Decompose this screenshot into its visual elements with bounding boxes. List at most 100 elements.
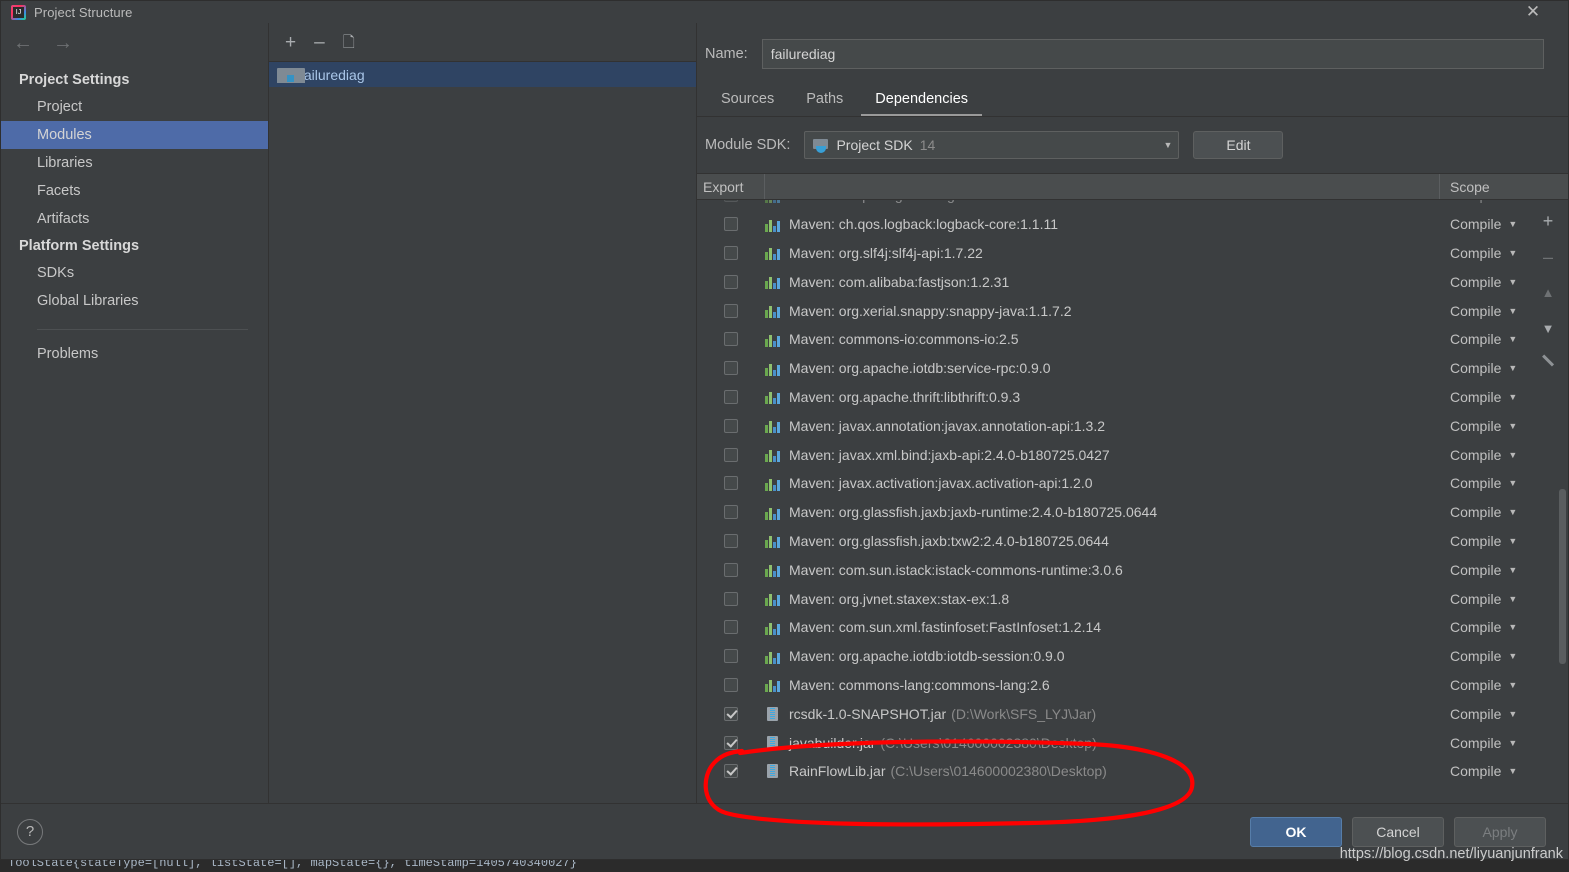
dependency-row[interactable]: Maven: javax.activation:javax.activation… [697,469,1568,498]
chevron-down-icon: ▼ [1508,420,1518,431]
export-checkbox[interactable] [724,706,738,721]
sidebar-item-facets[interactable]: Facets [1,177,268,205]
export-checkbox[interactable] [724,303,738,318]
dependency-row[interactable]: Maven: org.glassfish.jaxb:jaxb-runtime:2… [697,498,1568,527]
export-checkbox-cell [697,562,765,577]
dependency-row[interactable]: Maven: org.glassfish.jaxb:txw2:2.4.0-b18… [697,527,1568,556]
tab-paths[interactable]: Paths [792,85,857,116]
scope-value: Compile [1450,504,1502,521]
export-checkbox[interactable] [724,389,738,404]
close-icon[interactable]: ✕ [1516,1,1550,23]
export-checkbox[interactable] [724,562,738,577]
export-checkbox[interactable] [724,274,738,289]
arrow-left-icon[interactable]: ← [13,33,33,53]
maven-icon [765,389,780,405]
export-checkbox[interactable] [724,533,738,548]
edit-pencil-icon[interactable] [1541,356,1556,371]
sidebar-item-sdks[interactable]: SDKs [1,259,268,287]
scope-value: Compile [1450,619,1502,636]
apply-button[interactable]: Apply [1454,816,1546,847]
sidebar-item-libraries[interactable]: Libraries [1,149,268,177]
ok-button[interactable]: OK [1250,816,1342,847]
dependency-row[interactable]: Maven: javax.annotation:javax.annotation… [697,411,1568,440]
minus-icon[interactable]: – [314,33,325,52]
export-checkbox[interactable] [724,505,738,520]
scope-value: Compile [1450,734,1502,751]
sidebar-item-global-libraries[interactable]: Global Libraries [1,287,268,315]
export-checkbox-cell [697,361,765,376]
chevron-down-icon: ▼ [1508,679,1518,690]
add-dependency-icon[interactable]: + [1543,212,1554,230]
dependency-row[interactable]: Maven: commons-io:commons-io:2.5 Compile ▼ [697,325,1568,354]
dependency-row[interactable]: Maven: commons-lang:commons-lang:2.6 Comp… [697,671,1568,700]
dependency-row[interactable]: Maven: com.sun.xml.fastinfoset:FastInfos… [697,613,1568,642]
dependency-row[interactable]: Maven: com.sun.istack:istack-commons-run… [697,555,1568,584]
chevron-down-icon: ▼ [1508,334,1518,345]
export-checkbox[interactable] [724,476,738,491]
module-sdk-value: Project SDK [836,137,913,153]
module-name-input[interactable] [761,39,1544,69]
dependency-row[interactable]: Maven: org.jvnet.staxex:stax-ex:1.8 Compi… [697,584,1568,613]
sidebar-divider [37,329,248,330]
scope-value: Compile [1450,590,1502,607]
dependency-row[interactable]: Maven: com.alibaba:fastjson:1.2.31 Compil… [697,267,1568,296]
module-name-row: Name: [697,23,1568,69]
tab-dependencies[interactable]: Dependencies [861,85,983,116]
column-header-name [765,174,1440,199]
plus-icon[interactable]: + [285,33,296,52]
remove-dependency-icon[interactable]: – [1543,248,1553,266]
scope-value: Compile [1450,705,1502,722]
export-checkbox[interactable] [724,735,738,750]
module-sdk-select[interactable]: Project SDK 14 ▼ [804,131,1180,159]
modules-toolbar: + – 🗋 [269,23,696,61]
dependency-row[interactable]: Maven: javax.xml.bind:jaxb-api:2.4.0-b18… [697,440,1568,469]
chevron-down-icon: ▼ [1508,593,1518,604]
dependency-row[interactable]: Maven: org.apache.iotdb:service-rpc:0.9.… [697,354,1568,383]
move-up-icon[interactable]: ▲ [1542,284,1555,302]
dependency-row[interactable]: Maven: ch.qos.logback:logback-core:1.1.1… [697,210,1568,239]
maven-icon [765,649,780,664]
export-checkbox[interactable] [724,677,738,692]
sidebar-item-artifacts[interactable]: Artifacts [1,205,268,233]
export-checkbox[interactable] [724,447,738,462]
sidebar-item-project[interactable]: Project [1,93,268,121]
dialog-body: ← → Project Settings Project Modules Lib… [1,23,1568,803]
dependency-row[interactable]: RainFlowLib.jar (C:\Users\014600002380\De… [697,757,1568,786]
dependency-row[interactable]: Maven: org.apache.iotdb:iotdb-session:0.… [697,642,1568,671]
chevron-down-icon: ▼ [1508,737,1518,748]
tab-sources[interactable]: Sources [707,85,788,116]
module-tree-item-failurediag[interactable]: failurediag [269,62,696,87]
export-checkbox[interactable] [724,649,738,664]
scope-value: Compile [1450,676,1502,693]
export-checkbox[interactable] [724,418,738,433]
sidebar-item-problems[interactable]: Problems [1,340,268,368]
export-checkbox-cell [697,735,765,750]
dependency-row[interactable]: rcsdk-1.0-SNAPSHOT.jar (D:\Work\SFS_LYJ\J… [697,699,1568,728]
dependency-row[interactable]: Maven: org.apache.thrift:libthrift:0.9.3… [697,383,1568,412]
help-icon[interactable]: ? [17,818,43,845]
edit-sdk-button[interactable]: Edit [1193,131,1284,159]
dependency-name: Maven: ch.qos.logback:logback-classic:1.… [789,200,1073,203]
move-down-icon[interactable]: ▼ [1542,320,1555,338]
export-checkbox[interactable] [724,200,738,203]
export-checkbox[interactable] [724,764,738,779]
arrow-right-icon[interactable]: → [53,33,73,53]
dependency-name: Maven: javax.annotation:javax.annotation… [789,417,1105,434]
export-checkbox[interactable] [724,591,738,606]
export-checkbox[interactable] [724,245,738,260]
module-folder-icon [277,68,305,83]
scope-select[interactable]: Compile▼ [1440,200,1552,203]
copy-icon[interactable]: 🗋 [343,33,355,52]
dependency-row[interactable]: Maven: ch.qos.logback:logback-classic:1.… [697,200,1568,210]
dependency-row[interactable]: Maven: org.xerial.snappy:snappy-java:1.1… [697,296,1568,325]
dependency-row[interactable]: Maven: org.slf4j:slf4j-api:1.7.22 Compile… [697,239,1568,268]
sidebar-item-modules[interactable]: Modules [1,121,268,149]
maven-icon [765,476,780,491]
cancel-button[interactable]: Cancel [1352,816,1444,847]
export-checkbox[interactable] [724,332,738,347]
dependency-row[interactable]: javabuilder.jar (C:\Users\014600002380\De… [697,728,1568,757]
export-checkbox[interactable] [724,620,738,635]
export-checkbox[interactable] [724,361,738,376]
export-checkbox[interactable] [724,217,738,232]
dependency-path: (C:\Users\014600002380\Desktop) [890,763,1107,780]
